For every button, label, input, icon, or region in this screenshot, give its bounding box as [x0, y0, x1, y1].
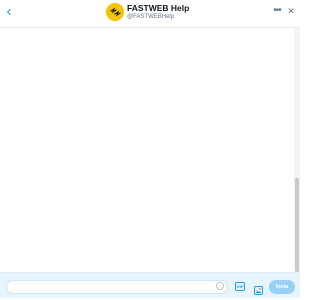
conversation-header: ‹ FASTWEB Help @FASTWEBHelp ••• ✕: [0, 0, 300, 27]
fastweb-logo-icon: [106, 3, 124, 21]
avatar[interactable]: [106, 3, 124, 21]
send-button[interactable]: Invia: [269, 280, 295, 294]
scrollbar-thumb[interactable]: [295, 178, 299, 272]
more-horizontal-icon[interactable]: •••: [271, 6, 283, 16]
user-handle: @FASTWEBHelp: [127, 14, 175, 20]
close-icon[interactable]: ✕: [286, 6, 296, 16]
message-input[interactable]: [6, 280, 228, 294]
chevron-left-icon[interactable]: ‹: [2, 4, 16, 20]
display-name: FASTWEB Help: [127, 3, 190, 13]
message-list: [0, 28, 294, 272]
emoji-icon[interactable]: [216, 282, 224, 290]
gif-icon[interactable]: GIF: [235, 282, 245, 291]
image-icon[interactable]: [254, 282, 263, 295]
